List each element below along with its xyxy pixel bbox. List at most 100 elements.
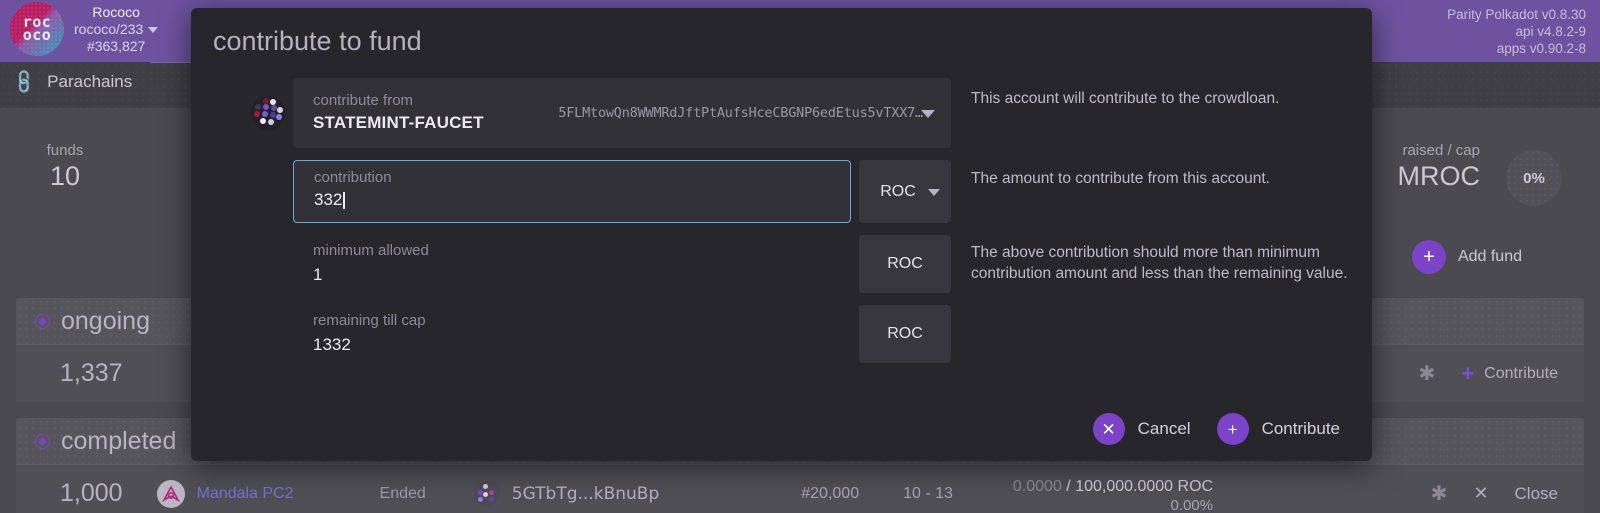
remaining-field-row: remaining till cap 1332 ROC <box>191 305 1372 363</box>
chevron-down-icon[interactable] <box>921 110 935 118</box>
contribution-input-value-wrap: 332 <box>314 188 345 212</box>
add-fund-button[interactable]: + Add fund <box>1412 240 1522 274</box>
close-icon: ✕ <box>1093 413 1125 445</box>
version-client: Parity Polkadot v0.8.30 <box>1447 6 1586 23</box>
minimum-unit-label: ROC <box>887 255 923 273</box>
modal-body: contribute from STATEMINT-FAUCET 5FLMtow… <box>191 78 1372 375</box>
chevron-down-icon <box>928 189 940 196</box>
fund-percent: 0.00% <box>1013 497 1213 513</box>
remaining-till-cap-label: remaining till cap <box>313 309 837 332</box>
fund-address: 5GTbTg...kBnuBp <box>512 484 659 504</box>
chevron-down-icon[interactable] <box>148 27 158 33</box>
account-select[interactable]: contribute from STATEMINT-FAUCET 5FLMtow… <box>293 78 951 148</box>
contribution-input-value: 332 <box>314 188 342 212</box>
funds-value: 10 <box>30 159 100 193</box>
minimum-unit: ROC <box>859 235 951 293</box>
sidebar-item-parachains[interactable]: 🔗 Parachains <box>14 72 132 92</box>
version-api: api v4.8.2-9 <box>1447 23 1586 40</box>
contribution-input-label: contribution <box>314 167 836 188</box>
fund-lease-range: 10 - 13 <box>903 485 953 503</box>
contribute-row-label: Contribute <box>1484 365 1558 383</box>
account-identicon <box>251 96 285 130</box>
funds-summary: funds 10 <box>30 142 100 193</box>
contribution-field-row: contribution 332 ROC The amount to contr… <box>191 160 1372 223</box>
table-row[interactable]: 1,000 Mandala PC2 Ended 5GTbTg...kBnuBp … <box>16 464 1584 513</box>
plus-icon: + <box>1412 240 1446 274</box>
rococo-logo-icon: roc oco <box>10 2 64 56</box>
contribute-row-button[interactable]: + Contribute <box>1461 361 1558 387</box>
raised-percent-badge: 0% <box>1506 150 1562 206</box>
plus-icon: + <box>1217 413 1249 445</box>
status-dot-icon <box>36 315 49 328</box>
app-root: 🔗 Parachains funds 10 raised / cap MROC … <box>0 0 1600 513</box>
remaining-unit-label: ROC <box>887 325 923 343</box>
fund-unit: ROC <box>1178 478 1214 495</box>
raised-cap-separator: / <box>1066 478 1075 495</box>
minimum-allowed-value: 1 <box>313 262 837 287</box>
nav-item-label: Parachains <box>47 72 132 92</box>
spacer <box>243 160 293 223</box>
version-info: Parity Polkadot v0.8.30 api v4.8.2-9 app… <box>1447 6 1586 57</box>
section-title-completed: completed <box>61 427 176 456</box>
plus-icon: + <box>1461 361 1474 387</box>
section-title-ongoing: ongoing <box>61 307 150 336</box>
cancel-button[interactable]: ✕ Cancel <box>1093 413 1191 445</box>
account-identicon <box>474 481 500 507</box>
contribution-unit-label: ROC <box>880 183 916 201</box>
modal-title: contribute to fund <box>213 26 422 57</box>
modal-actions: ✕ Cancel + Contribute <box>1093 413 1340 445</box>
minimum-allowed-readout: minimum allowed 1 <box>293 235 851 293</box>
row-actions: ✱ + Contribute <box>1419 361 1584 387</box>
minimum-allowed-label: minimum allowed <box>313 239 837 262</box>
fund-lease-block: #20,000 <box>801 485 859 503</box>
raised-cap-value: MROC <box>1398 159 1481 193</box>
fund-raised-cap: 0.0000 / 100,000.0000 ROC 0.00% <box>1013 474 1213 513</box>
contribute-label: Contribute <box>1262 419 1340 439</box>
chain-spec-row: rococo/233 <box>74 21 158 38</box>
raised-cap-label: raised / cap <box>1398 142 1481 159</box>
contribute-to-fund-modal: contribute to fund <box>191 8 1372 461</box>
account-field-row: contribute from STATEMINT-FAUCET 5FLMtow… <box>191 78 1372 148</box>
cancel-label: Cancel <box>1138 419 1191 439</box>
row-actions: ✱ ✕ Close <box>1431 481 1584 506</box>
fund-amount: 1,000 <box>60 479 123 508</box>
chain-spec: rococo/233 <box>74 21 143 37</box>
remaining-till-cap-readout: remaining till cap 1332 <box>293 305 851 363</box>
account-identicon-wrap <box>243 78 293 148</box>
text-cursor <box>343 192 345 209</box>
star-icon[interactable]: ✱ <box>1419 361 1436 386</box>
contribution-unit-select[interactable]: ROC <box>859 160 951 223</box>
remaining-till-cap-value: 1332 <box>313 332 837 357</box>
chain-selector[interactable]: roc oco Rococo rococo/233 #363,827 <box>10 2 158 56</box>
remaining-unit: ROC <box>859 305 951 363</box>
contribution-input[interactable]: contribution 332 <box>293 160 851 223</box>
fund-amount: 1,337 <box>60 359 123 388</box>
contribution-help-text: The amount to contribute from this accou… <box>951 160 1351 189</box>
spacer <box>243 305 293 363</box>
parachain-name-link[interactable]: Mandala PC2 <box>197 485 294 503</box>
version-apps: apps v0.90.2-8 <box>1447 40 1586 57</box>
account-name: STATEMINT-FAUCET <box>313 111 484 135</box>
chain-block-number: #363,827 <box>74 38 158 55</box>
close-row-label[interactable]: Close <box>1515 484 1558 504</box>
fund-status: Ended <box>380 485 426 503</box>
star-icon[interactable]: ✱ <box>1431 481 1448 506</box>
status-dot-icon <box>36 435 49 448</box>
logo-text-line2: oco <box>23 29 52 42</box>
raised-cap-summary: raised / cap MROC <box>1398 142 1481 193</box>
parachain-logo-icon <box>157 480 185 508</box>
chain-name: Rococo <box>74 4 158 21</box>
chain-info: Rococo rococo/233 #363,827 <box>74 4 158 55</box>
spacer <box>243 235 293 293</box>
fund-raised-value: 0.0000 <box>1013 478 1062 495</box>
account-help-text: This account will contribute to the crow… <box>951 78 1351 109</box>
contribute-submit-button[interactable]: + Contribute <box>1217 413 1340 445</box>
fund-cap-value: 100,000.0000 <box>1075 478 1173 495</box>
account-field-label: contribute from <box>313 91 484 111</box>
minimum-help-text: The above contribution should more than … <box>951 235 1351 284</box>
add-fund-label: Add fund <box>1458 248 1522 266</box>
close-icon[interactable]: ✕ <box>1473 483 1488 504</box>
account-address: 5FLMtowQn8WWMRdJftPtAufsHceCBGNP6edEtus5… <box>558 105 937 121</box>
minimum-field-row: minimum allowed 1 ROC The above contribu… <box>191 235 1372 293</box>
funds-label: funds <box>30 142 100 159</box>
